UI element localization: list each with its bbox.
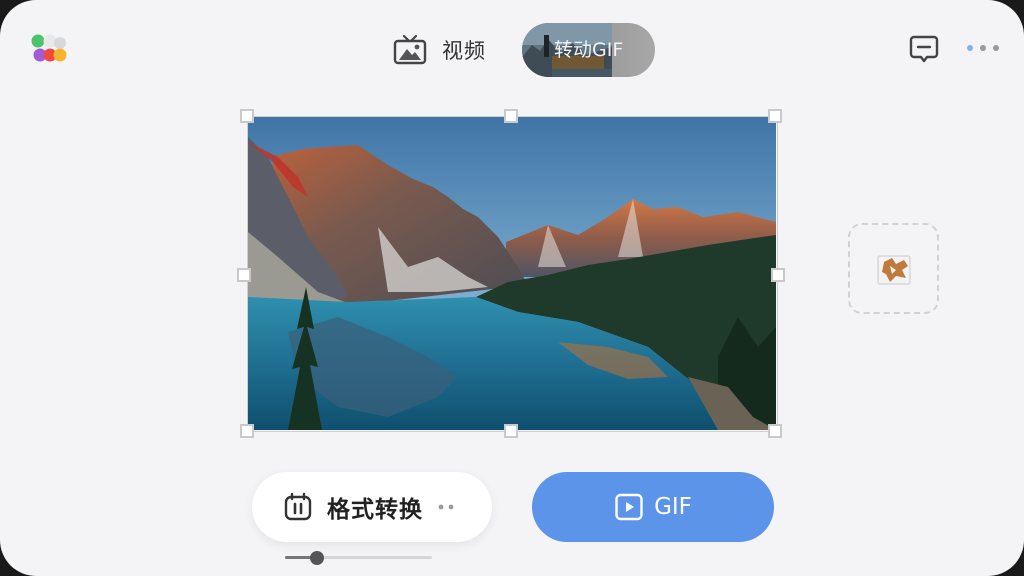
resize-handle-top[interactable] xyxy=(504,109,518,123)
more-dots-icon[interactable] xyxy=(964,40,1004,56)
gif-button[interactable]: GIF xyxy=(532,472,774,542)
play-icon xyxy=(615,493,643,521)
image-placeholder-icon xyxy=(877,255,911,285)
tab-gif-label: 转动GIF xyxy=(554,39,624,61)
format-convert-label: 格式转换 xyxy=(327,497,423,523)
format-convert-button[interactable]: 格式转换 xyxy=(252,472,492,542)
add-image-slot[interactable] xyxy=(848,223,939,314)
message-icon[interactable] xyxy=(908,33,940,65)
tab-video-label: 视频 xyxy=(442,39,486,63)
slider-knob[interactable] xyxy=(310,551,325,565)
resize-handle-top-left[interactable] xyxy=(240,109,254,123)
resize-handle-bottom-right[interactable] xyxy=(768,424,782,438)
timeline-slider[interactable] xyxy=(285,549,432,567)
more-dots-icon[interactable] xyxy=(437,503,457,511)
video-tv-icon xyxy=(393,34,427,65)
pause-calendar-icon xyxy=(284,492,312,521)
resize-handle-bottom[interactable] xyxy=(504,424,518,438)
resize-handle-left[interactable] xyxy=(237,268,251,282)
resize-handle-top-right[interactable] xyxy=(768,109,782,123)
app-window: 视频 转动GIF 格式转换 GIF xyxy=(0,0,1024,576)
resize-handle-bottom-left[interactable] xyxy=(240,424,254,438)
image-canvas[interactable] xyxy=(248,117,776,430)
resize-handle-right[interactable] xyxy=(771,268,785,282)
landscape-image xyxy=(248,117,776,430)
tab-video[interactable]: 视频 xyxy=(392,30,486,70)
tab-gif[interactable]: 转动GIF xyxy=(522,23,655,77)
gif-button-label: GIF xyxy=(654,494,692,520)
app-logo-icon[interactable] xyxy=(30,33,70,65)
